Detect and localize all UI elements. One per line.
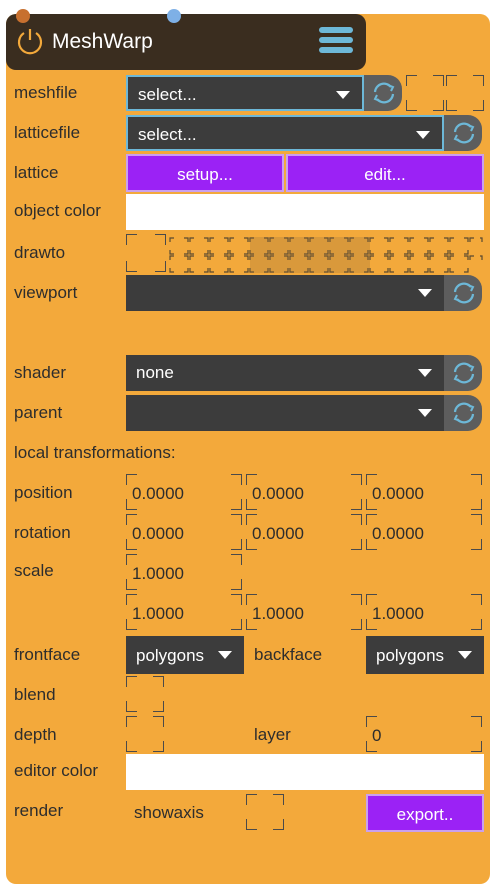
meshfile-value: select...: [138, 85, 197, 104]
position-z-value: 0.0000: [372, 484, 424, 503]
showaxis-label: showaxis: [134, 803, 204, 822]
frontface-dropdown[interactable]: polygons: [126, 636, 244, 674]
layer-field[interactable]: 0: [366, 716, 482, 752]
backface-dropdown[interactable]: polygons: [366, 636, 484, 674]
parent-dropdown[interactable]: [126, 395, 444, 431]
object-color-label: object color: [14, 201, 101, 220]
shader-refresh-button[interactable]: [444, 355, 482, 391]
viewport-refresh-button[interactable]: [444, 275, 482, 311]
lattice-label: lattice: [14, 163, 59, 182]
rotation-y-value: 0.0000: [252, 524, 304, 543]
parent-label: parent: [14, 403, 63, 422]
meshfile-toggle-2[interactable]: [446, 75, 484, 111]
editor-color-swatch[interactable]: [126, 754, 484, 790]
position-x-value: 0.0000: [132, 484, 184, 503]
drawto-matrix[interactable]: [168, 236, 484, 274]
chevron-down-icon: [336, 91, 350, 99]
scale-label: scale: [14, 561, 54, 580]
scale-uniform-field[interactable]: 1.0000: [126, 554, 242, 590]
latticefile-refresh-button[interactable]: [444, 115, 482, 151]
chevron-down-icon: [458, 651, 472, 659]
scale-z-field[interactable]: 1.0000: [366, 594, 482, 630]
position-x-field[interactable]: 0.0000: [126, 474, 242, 510]
parent-refresh-button[interactable]: [444, 395, 482, 431]
refresh-icon: [453, 402, 475, 424]
latticefile-value: select...: [138, 125, 197, 144]
depth-label: depth: [14, 725, 57, 744]
meshfile-refresh-button[interactable]: [364, 75, 402, 111]
chevron-down-icon: [218, 651, 232, 659]
frontface-value: polygons: [136, 646, 205, 665]
rotation-label: rotation: [14, 523, 71, 542]
blend-toggle[interactable]: [126, 676, 164, 712]
showaxis-toggle[interactable]: [246, 794, 284, 830]
blend-label: blend: [14, 685, 56, 704]
position-y-value: 0.0000: [252, 484, 304, 503]
scale-uniform-value: 1.0000: [132, 564, 184, 583]
frontface-label: frontface: [14, 645, 81, 664]
editor-color-label: editor color: [14, 761, 99, 780]
shader-label: shader: [14, 363, 66, 382]
scale-z-value: 1.0000: [372, 604, 424, 623]
scale-x-value: 1.0000: [132, 604, 184, 623]
hamburger-menu-icon[interactable]: [318, 26, 354, 54]
shader-value: none: [136, 363, 174, 382]
object-color-swatch[interactable]: [126, 194, 484, 230]
rotation-y-field[interactable]: 0.0000: [246, 514, 362, 550]
layer-label: layer: [254, 725, 291, 744]
depth-toggle[interactable]: [126, 716, 164, 752]
chevron-down-icon: [416, 131, 430, 139]
position-label: position: [14, 483, 73, 502]
backface-label: backface: [254, 645, 323, 664]
latticefile-dropdown[interactable]: select...: [126, 115, 444, 151]
refresh-icon: [373, 82, 395, 104]
position-z-field[interactable]: 0.0000: [366, 474, 482, 510]
lattice-setup-button[interactable]: setup...: [126, 154, 284, 192]
power-icon[interactable]: [15, 26, 45, 56]
refresh-icon: [453, 362, 475, 384]
app-title: MeshWarp: [52, 30, 153, 53]
rotation-z-value: 0.0000: [372, 524, 424, 543]
rotation-x-field[interactable]: 0.0000: [126, 514, 242, 550]
refresh-icon: [453, 282, 475, 304]
scale-y-field[interactable]: 1.0000: [246, 594, 362, 630]
chevron-down-icon: [418, 289, 432, 297]
scale-x-field[interactable]: 1.0000: [126, 594, 242, 630]
chevron-down-icon: [418, 409, 432, 417]
scale-y-value: 1.0000: [252, 604, 304, 623]
render-label: render: [14, 801, 64, 820]
outlet-dot[interactable]: [167, 9, 181, 23]
viewport-dropdown[interactable]: [126, 275, 444, 311]
local-transformations-heading: local transformations:: [14, 443, 176, 462]
drawto-label: drawto: [14, 243, 66, 262]
refresh-icon: [453, 122, 475, 144]
meshfile-label: meshfile: [14, 83, 78, 102]
meshfile-toggle-1[interactable]: [406, 75, 444, 111]
viewport-label: viewport: [14, 283, 78, 302]
position-y-field[interactable]: 0.0000: [246, 474, 362, 510]
shader-dropdown[interactable]: none: [126, 355, 444, 391]
latticefile-label: latticefile: [14, 123, 81, 142]
export-button[interactable]: export..: [366, 794, 484, 832]
drawto-toggle[interactable]: [126, 234, 166, 272]
chevron-down-icon: [418, 369, 432, 377]
meshfile-dropdown[interactable]: select...: [126, 75, 364, 111]
rotation-z-field[interactable]: 0.0000: [366, 514, 482, 550]
inlet-dot[interactable]: [16, 9, 30, 23]
backface-value: polygons: [376, 646, 445, 665]
rotation-x-value: 0.0000: [132, 524, 184, 543]
lattice-edit-button[interactable]: edit...: [286, 154, 484, 192]
